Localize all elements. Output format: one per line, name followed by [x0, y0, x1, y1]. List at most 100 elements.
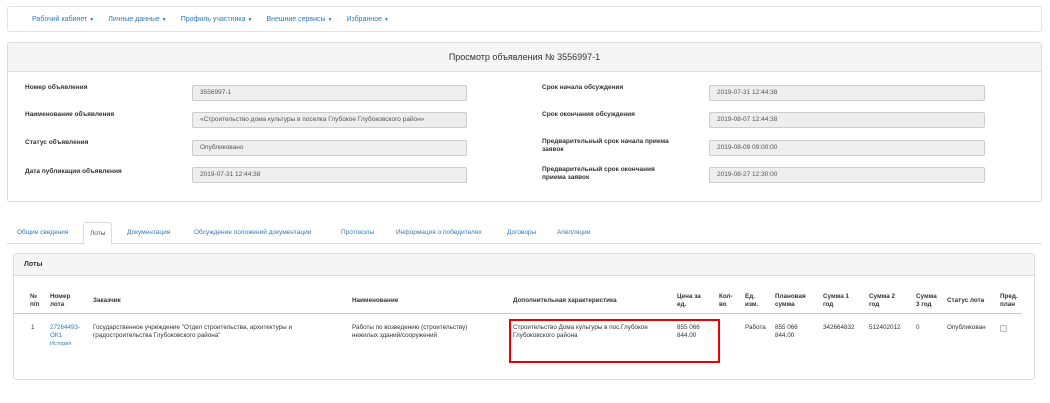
col-num: № п/п	[30, 293, 39, 309]
lots-heading: Лоты	[14, 254, 1034, 276]
col-extra: Дополнительная характеристика	[513, 297, 617, 304]
announcement-number-field[interactable]: 3556997-1	[192, 85, 467, 101]
nav-label: Профиль участника	[180, 15, 246, 23]
cell-name: Работы по возведению (строительству) нежи…	[352, 324, 467, 340]
nav-favorites[interactable]: Избранное ▼	[347, 16, 389, 23]
cell-sum3: 0	[916, 324, 920, 331]
tab-winners-info[interactable]: Информация о победителях	[396, 222, 482, 244]
tab-appeals[interactable]: Апелляции	[557, 222, 590, 244]
col-text: изм.	[745, 301, 759, 308]
cell-text: Государственное учреждение "Отдел строит…	[93, 324, 292, 331]
col-qty: Кол-во	[719, 293, 733, 309]
nav-label: Внешние сервисы	[266, 15, 326, 23]
label-line: Предварительный срок окончания	[542, 166, 655, 173]
caret-down-icon: ▼	[161, 16, 167, 23]
nav-personal-cabinet[interactable]: Рабочий кабинет ▼	[32, 16, 94, 23]
cell-text: нежилых зданий/сооружений	[352, 332, 438, 339]
tab-contracts[interactable]: Договоры	[507, 222, 536, 244]
col-text: Плановая	[775, 293, 806, 300]
col-text: год	[823, 301, 834, 308]
discussion-start-field[interactable]: 2019-07-31 12:44:38	[709, 85, 985, 101]
cell-text: Работы по возведению (строительству)	[352, 324, 468, 331]
cell-num: 1	[31, 324, 35, 331]
tab-lots[interactable]: Лоты	[83, 222, 113, 245]
label-publication-date: Дата публикации объявления	[25, 168, 122, 175]
label-prelim-end: Предварительный срок окончания приема зая…	[542, 166, 655, 182]
announcement-name-field[interactable]: «Строительство дома культуры в поселка Г…	[192, 112, 467, 128]
col-text: 3 год	[916, 301, 932, 308]
nav-label: Личные данные	[108, 15, 160, 23]
col-customer: Заказчик	[93, 297, 121, 304]
label-announcement-number: Номер объявления	[25, 84, 88, 91]
lot-number-link[interactable]: ОК1	[50, 332, 62, 339]
prelim-start-field[interactable]: 2019-08-09 09:00:00	[709, 140, 985, 156]
label-announcement-name: Наименование объявления	[25, 111, 115, 118]
cell-status: Опубликован	[947, 324, 986, 331]
label-discussion-end: Срок окончания обсуждения	[542, 111, 635, 118]
publication-date-field[interactable]: 2019-07-31 12:44:38	[192, 167, 467, 183]
col-text: Цена за	[677, 293, 701, 300]
announcement-status-field[interactable]: Опубликовано	[192, 140, 467, 156]
tab-protocols[interactable]: Протоколы	[341, 222, 374, 244]
label-discussion-start: Срок начала обсуждения	[542, 84, 624, 91]
panel-title: Просмотр объявления № 3556997-1	[8, 43, 1041, 72]
col-plan: Пред. план	[1000, 293, 1018, 309]
col-unit: Ед. изм.	[745, 293, 758, 309]
col-text: Пред.	[1000, 293, 1018, 300]
col-sum2: Сумма 2 год	[869, 293, 895, 309]
col-text: сумма	[775, 301, 795, 308]
col-text: год	[869, 301, 880, 308]
cell-lot-number[interactable]: 27264493- ОК1 История	[50, 324, 80, 348]
caret-down-icon: ▼	[327, 16, 333, 23]
header-divider	[14, 313, 1022, 314]
col-text: Кол-	[719, 293, 733, 300]
col-text: лота	[50, 301, 65, 308]
nav-participant-profile[interactable]: Профиль участника ▼	[181, 16, 253, 23]
lot-number-link[interactable]: 27264493-	[50, 324, 80, 331]
tab-general-info[interactable]: Общие сведения	[17, 222, 68, 244]
col-text: во	[719, 301, 727, 308]
tab-bar: Общие сведения Лоты Документация Обсужде…	[7, 222, 1042, 245]
col-text: Номер	[50, 293, 71, 300]
col-text: Сумма 1	[823, 293, 849, 300]
announcement-panel: Просмотр объявления № 3556997-1 Номер об…	[7, 42, 1042, 202]
col-text: Ед.	[745, 293, 755, 300]
discussion-end-field[interactable]: 2019-08-07 12:44:38	[709, 112, 985, 128]
label-line: заявок	[542, 146, 564, 153]
cell-sum1: 342664832	[823, 324, 855, 331]
col-text: №	[30, 293, 38, 300]
col-sum3: Сумма 3 год	[916, 293, 937, 309]
col-name: Наименование	[352, 297, 399, 304]
plan-checkbox[interactable]	[1000, 325, 1007, 332]
label-prelim-start: Предварительный срок начала приема заявок	[542, 138, 669, 154]
nav-label: Избранное	[346, 15, 382, 23]
top-navbar: Рабочий кабинет ▼ Личные данные ▼ Профиль …	[7, 6, 1042, 32]
col-text: план	[1000, 301, 1016, 308]
caret-down-icon: ▼	[384, 16, 389, 23]
col-text: Сумма 2	[869, 293, 895, 300]
prelim-end-field[interactable]: 2019-08-27 12:30:00	[709, 167, 985, 183]
col-status: Статус лота	[947, 297, 985, 304]
cell-text: градостроительства Глубоковского района"	[93, 332, 221, 339]
cell-unit: Работа	[745, 324, 766, 331]
cell-customer: Государственное учреждение "Отдел строит…	[93, 324, 292, 340]
history-link[interactable]: История	[50, 341, 71, 347]
nav-external-services[interactable]: Внешние сервисы ▼	[266, 16, 332, 23]
tab-documentation[interactable]: Документация	[127, 222, 170, 244]
caret-down-icon: ▼	[247, 16, 253, 23]
col-text: п/п	[30, 301, 40, 308]
tab-documentation-discussion[interactable]: Обсуждение положений документации	[194, 222, 311, 244]
nav-personal-data[interactable]: Личные данные ▼	[108, 16, 166, 23]
col-text: Сумма	[916, 293, 937, 300]
col-price: Цена за ед.	[677, 293, 701, 309]
highlight-box	[509, 319, 720, 363]
col-lot-number: Номер лота	[50, 293, 70, 309]
label-line: Предварительный срок начала приема	[542, 138, 669, 145]
col-planned-sum: Плановая сумма	[775, 293, 806, 309]
caret-down-icon: ▼	[89, 16, 95, 23]
cell-text: 844.00	[775, 332, 795, 339]
cell-sum2: 512402012	[869, 324, 901, 331]
col-text: ед.	[677, 301, 687, 308]
nav-label: Рабочий кабинет	[32, 15, 88, 23]
label-announcement-status: Статус объявления	[25, 139, 89, 146]
